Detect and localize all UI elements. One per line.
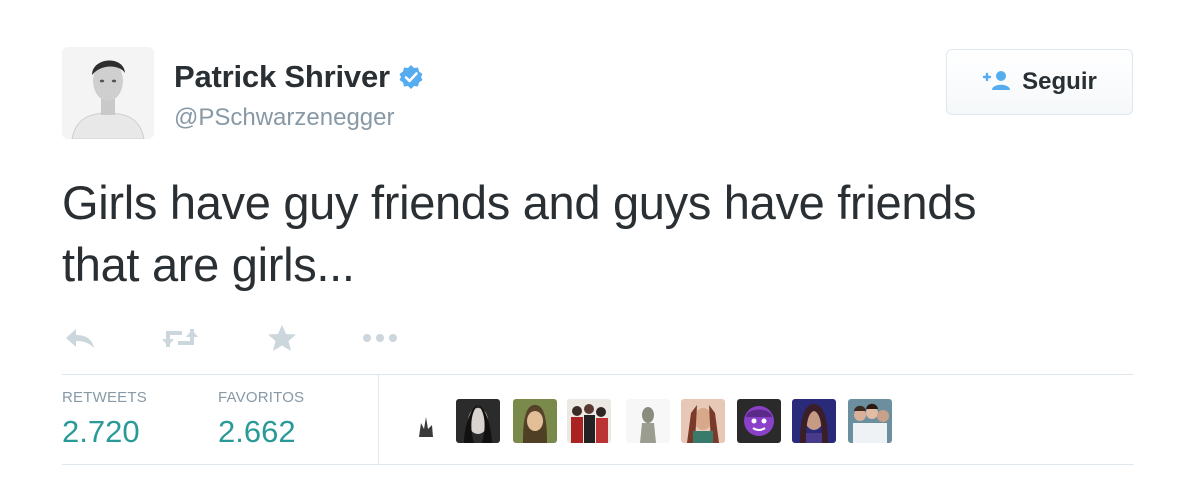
user-name-row: Patrick Shriver (174, 59, 424, 95)
verified-badge-icon (398, 64, 424, 90)
retweets-count: 2.720 (62, 414, 140, 449)
user-avatar[interactable] (456, 399, 500, 443)
favorites-stat[interactable]: FAVORITOS 2.662 (218, 389, 304, 450)
user-handle[interactable]: @PSchwarzenegger (174, 104, 394, 132)
user-avatar[interactable] (415, 399, 437, 443)
tweet-text: Girls have guy friends and guys have fri… (62, 172, 1152, 296)
user-avatar[interactable] (681, 399, 725, 443)
more-icon[interactable] (362, 318, 398, 358)
user-avatar[interactable] (737, 399, 781, 443)
retweets-label: RETWEETS (62, 389, 147, 406)
tweet-text-line-1: Girls have guy friends and guys have fri… (62, 176, 977, 229)
tweet-card: Patrick Shriver @PSchwarzenegger Seguir … (0, 0, 1200, 482)
stats-divider-bottom (62, 464, 1134, 465)
user-avatar[interactable] (567, 399, 611, 443)
retweets-stat[interactable]: RETWEETS 2.720 (62, 389, 147, 450)
user-avatar[interactable] (626, 399, 670, 443)
follow-button[interactable]: Seguir (946, 49, 1133, 115)
user-avatar[interactable] (848, 399, 892, 443)
tweet-text-line-2: that are girls... (62, 238, 355, 291)
retweet-icon[interactable] (160, 318, 200, 358)
stats-divider-top (62, 374, 1134, 375)
add-user-icon (982, 69, 1012, 96)
user-avatar[interactable] (792, 399, 836, 443)
stats-divider-vertical (378, 375, 379, 464)
follow-button-label: Seguir (1022, 68, 1097, 95)
reply-icon[interactable] (64, 318, 96, 358)
user-avatar[interactable] (513, 399, 557, 443)
avatar[interactable] (62, 47, 154, 139)
user-name[interactable]: Patrick Shriver (174, 59, 390, 95)
favorites-label: FAVORITOS (218, 389, 305, 406)
favorites-count: 2.662 (218, 414, 296, 449)
favorite-icon[interactable] (267, 318, 297, 358)
